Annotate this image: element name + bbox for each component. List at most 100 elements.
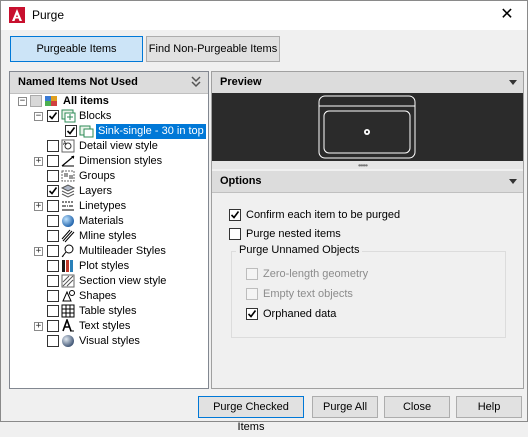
tree-label: Linetypes	[79, 200, 127, 212]
expand-expander[interactable]: +	[34, 157, 43, 166]
named-items-title: Named Items Not Used	[18, 76, 138, 88]
options-collapse-arrow-icon[interactable]	[509, 179, 517, 184]
checkbox-all-items[interactable]	[30, 95, 42, 107]
tree-label: Blocks	[79, 110, 112, 122]
tree-label: Table styles	[79, 305, 137, 317]
tree-item-groups[interactable]: Groups	[10, 169, 208, 184]
preview-splitter[interactable]: •••••	[212, 161, 523, 170]
purge-all-button[interactable]: Purge All	[312, 396, 378, 418]
checkbox-plot-styles[interactable]	[47, 260, 59, 272]
tree-item-linetypes[interactable]: + Linetypes	[10, 199, 208, 214]
section-view-style-icon	[61, 274, 75, 288]
all-items-icon	[45, 96, 57, 106]
text-styles-icon	[62, 319, 74, 332]
multileader-styles-icon	[61, 244, 74, 258]
collapse-chevron-icon[interactable]	[190, 75, 202, 89]
purge-dialog: Purge ✕ Purgeable Items Find Non-Purgeab…	[0, 0, 528, 433]
preview-title: Preview	[220, 76, 262, 88]
tree-item-visual-styles[interactable]: Visual styles	[10, 334, 208, 349]
expand-expander[interactable]: +	[34, 202, 43, 211]
tree-label: All items	[63, 95, 109, 107]
tree-label: Visual styles	[79, 335, 140, 347]
checkbox-groups[interactable]	[47, 170, 59, 182]
groups-icon	[61, 170, 75, 182]
help-button[interactable]: Help	[456, 396, 522, 418]
zero-length-checkbox[interactable]	[246, 268, 258, 280]
detail-view-style-icon: A	[61, 139, 75, 153]
tab-purgeable-items[interactable]: Purgeable Items	[10, 36, 143, 62]
materials-icon	[62, 215, 74, 227]
options-header[interactable]: Options	[212, 171, 523, 193]
checkbox-section-view-style[interactable]	[47, 275, 59, 287]
purge-nested-checkbox[interactable]	[229, 228, 241, 240]
linetypes-icon	[62, 201, 74, 211]
mline-styles-icon	[61, 229, 75, 243]
checkbox-sink-single[interactable]	[65, 125, 77, 137]
tree-label: Materials	[79, 215, 124, 227]
checkbox-dimension-styles[interactable]	[47, 155, 59, 167]
tree-item-text-styles[interactable]: + Text styles	[10, 319, 208, 334]
confirm-each-label: Confirm each item to be purged	[246, 209, 401, 221]
orphaned-data-checkbox[interactable]	[246, 308, 258, 320]
tree-item-sink-single[interactable]: Sink-single - 30 in top	[10, 124, 208, 139]
empty-text-checkbox[interactable]	[246, 288, 258, 300]
right-panel: Preview ••••• Options Confirm each item …	[211, 71, 524, 389]
close-window-button[interactable]: ✕	[487, 1, 527, 30]
tree-item-all-items[interactable]: − All items	[10, 94, 208, 109]
collapse-expander[interactable]: −	[18, 97, 27, 106]
tree-item-multileader-styles[interactable]: + Multileader Styles	[10, 244, 208, 259]
tree-item-detail-view-style[interactable]: A Detail view style	[10, 139, 208, 154]
tree-item-section-view-style[interactable]: Section view style	[10, 274, 208, 289]
named-items-panel: Named Items Not Used − All items − Block…	[9, 71, 209, 389]
checkbox-linetypes[interactable]	[47, 200, 59, 212]
title-bar: Purge ✕	[1, 1, 527, 30]
purge-unnamed-title: Purge Unnamed Objects	[236, 244, 363, 256]
tree-item-layers[interactable]: Layers	[10, 184, 208, 199]
checkbox-shapes[interactable]	[47, 290, 59, 302]
tree-item-shapes[interactable]: Shapes	[10, 289, 208, 304]
checkbox-layers[interactable]	[47, 185, 59, 197]
checkbox-text-styles[interactable]	[47, 320, 59, 332]
purge-nested-label: Purge nested items	[246, 228, 341, 240]
tree-item-plot-styles[interactable]: Plot styles	[10, 259, 208, 274]
confirm-each-checkbox[interactable]	[229, 209, 241, 221]
tree-label: Text styles	[79, 320, 131, 332]
autocad-logo-icon	[9, 7, 25, 23]
checkbox-visual-styles[interactable]	[47, 335, 59, 347]
collapse-expander[interactable]: −	[34, 112, 43, 121]
purge-checked-items-button[interactable]: Purge Checked Items	[198, 396, 304, 433]
visual-styles-icon	[62, 335, 74, 347]
table-styles-icon	[61, 304, 75, 318]
orphaned-data-label: Orphaned data	[263, 308, 337, 320]
tree-item-blocks[interactable]: − Blocks	[10, 109, 208, 124]
checkbox-mline-styles[interactable]	[47, 230, 59, 242]
splitter-grip-icon: •••••	[358, 161, 368, 170]
checkbox-table-styles[interactable]	[47, 305, 59, 317]
checkbox-materials[interactable]	[47, 215, 59, 227]
tree-label: Plot styles	[79, 260, 130, 272]
close-button[interactable]: Close	[384, 396, 450, 418]
tree-label: Mline styles	[79, 230, 137, 242]
tree-label: Dimension styles	[79, 155, 163, 167]
plot-styles-icon	[62, 260, 73, 272]
preview-header[interactable]: Preview	[212, 72, 523, 94]
tree-label: Shapes	[79, 290, 117, 302]
checkbox-detail-view-style[interactable]	[47, 140, 59, 152]
checkbox-multileader-styles[interactable]	[47, 245, 59, 257]
tab-find-non-purgeable-items[interactable]: Find Non-Purgeable Items	[146, 36, 280, 62]
tree-item-mline-styles[interactable]: Mline styles	[10, 229, 208, 244]
named-items-header: Named Items Not Used	[10, 72, 208, 94]
checkbox-blocks[interactable]	[47, 110, 59, 122]
layers-icon	[61, 184, 76, 198]
tree-item-dimension-styles[interactable]: + Dimension styles	[10, 154, 208, 169]
expand-expander[interactable]: +	[34, 247, 43, 256]
tree-item-materials[interactable]: Materials	[10, 214, 208, 229]
blocks-icon	[61, 109, 76, 123]
dimension-styles-icon	[61, 155, 75, 167]
tree-label: Layers	[79, 185, 113, 197]
preview-collapse-arrow-icon[interactable]	[509, 80, 517, 85]
tree-label: Multileader Styles	[79, 245, 166, 257]
tree-label: Groups	[79, 170, 116, 182]
expand-expander[interactable]: +	[34, 322, 43, 331]
tree-item-table-styles[interactable]: Table styles	[10, 304, 208, 319]
